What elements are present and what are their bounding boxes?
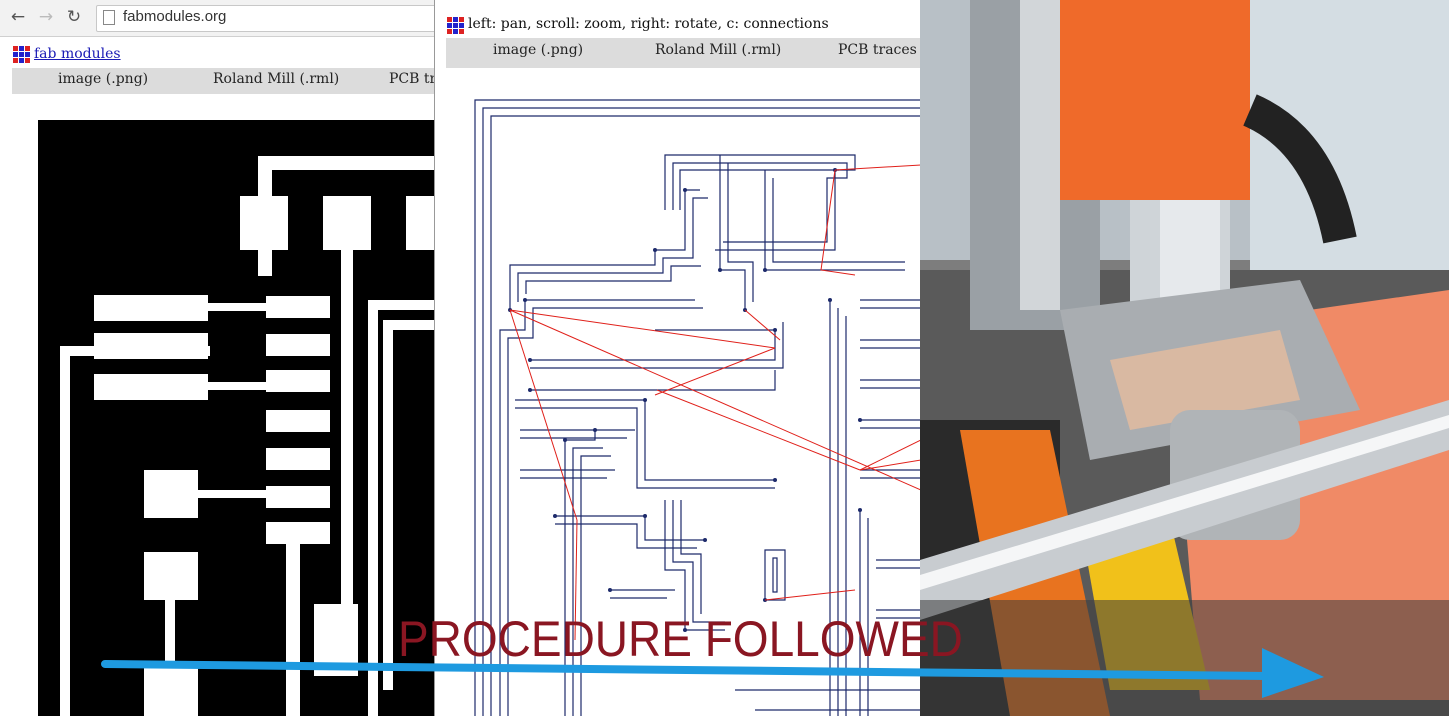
procedure-arrow-icon [101,648,1324,698]
procedure-caption: PROCEDURE FOLLOWED [398,611,963,667]
